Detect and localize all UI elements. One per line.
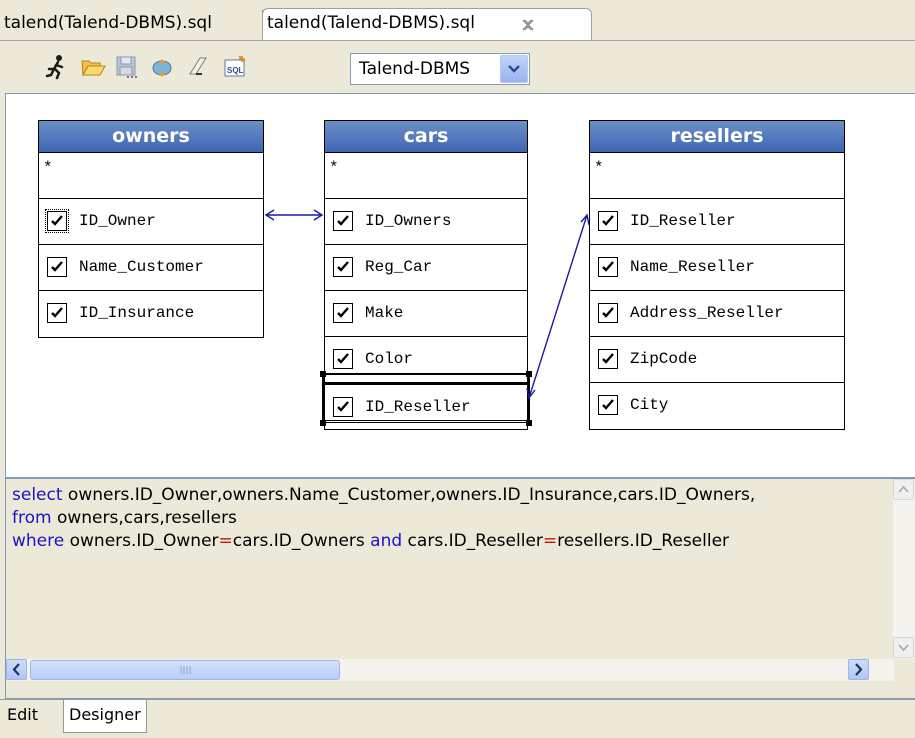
toolbar: SQL Talend-DBMS (0, 40, 915, 93)
tab-label: Edit (7, 705, 38, 724)
sql-builder-icon[interactable]: SQL (222, 54, 248, 80)
tab-label: talend(Talend-DBMS).sql (267, 13, 475, 33)
sql-text-run: resellers.ID_Reseller (557, 531, 730, 551)
close-icon[interactable] (521, 9, 535, 41)
chevron-down-icon (898, 644, 909, 652)
sql-operator: = (542, 531, 558, 551)
relation-links (264, 209, 590, 400)
sql-text-run: cars.ID_Reseller (402, 531, 543, 551)
scroll-right-button[interactable] (848, 659, 869, 680)
connection-select-value: Talend-DBMS (359, 59, 471, 79)
sql-text-run: cars.ID_Owners (232, 531, 371, 551)
bottom-tabbar: Edit Designer (0, 699, 915, 738)
save-icon[interactable] (114, 54, 140, 80)
sql-text-run: owners.ID_Owner (64, 531, 219, 551)
sql-text-run: owners,cars,resellers (51, 508, 237, 528)
run-icon[interactable] (44, 54, 70, 80)
chevron-right-icon (855, 663, 863, 676)
horizontal-scrollbar[interactable] (6, 659, 894, 681)
open-folder-icon[interactable] (80, 54, 106, 80)
sql-text[interactable]: select owners.ID_Owner,owners.Name_Custo… (12, 484, 755, 553)
sql-editor[interactable]: select owners.ID_Owner,owners.Name_Custo… (5, 478, 915, 699)
sql-keyword: and (370, 531, 403, 551)
sql-keyword: where (12, 531, 65, 551)
chevron-left-icon (12, 663, 20, 676)
link-cars-resellers (528, 214, 588, 399)
sql-keyword: from (12, 508, 52, 528)
chevron-up-icon (898, 485, 909, 493)
scroll-thumb[interactable] (30, 660, 340, 680)
sql-text-run: owners.ID_Owner,owners.Name_Customer,own… (62, 485, 756, 505)
tab-label: talend(Talend-DBMS).sql (4, 13, 212, 33)
connection-select[interactable]: Talend-DBMS (350, 53, 530, 85)
tab-designer[interactable]: Designer (63, 700, 147, 733)
designer-canvas[interactable]: owners * ID_Owner Name_Customer ID_Insur… (5, 93, 915, 478)
scroll-up-button[interactable] (893, 479, 914, 500)
editor-tab-1[interactable]: talend(Talend-DBMS).sql (0, 9, 262, 40)
scroll-down-button[interactable] (893, 637, 914, 658)
tab-edit[interactable]: Edit (2, 700, 43, 733)
editor-tabbar: talend(Talend-DBMS).sql talend(Talend-DB… (0, 0, 915, 40)
svg-text:SQL: SQL (227, 66, 244, 75)
editor-tab-2-active[interactable]: talend(Talend-DBMS).sql (262, 8, 592, 40)
tab-label: Designer (69, 705, 141, 724)
sql-operator: = (218, 531, 233, 551)
clear-icon[interactable] (186, 54, 212, 80)
sql-keyword: select (12, 485, 63, 505)
vertical-scrollbar[interactable] (893, 479, 915, 659)
refresh-icon[interactable] (150, 54, 176, 80)
chevron-down-icon[interactable] (500, 55, 528, 83)
scroll-left-button[interactable] (6, 659, 27, 680)
